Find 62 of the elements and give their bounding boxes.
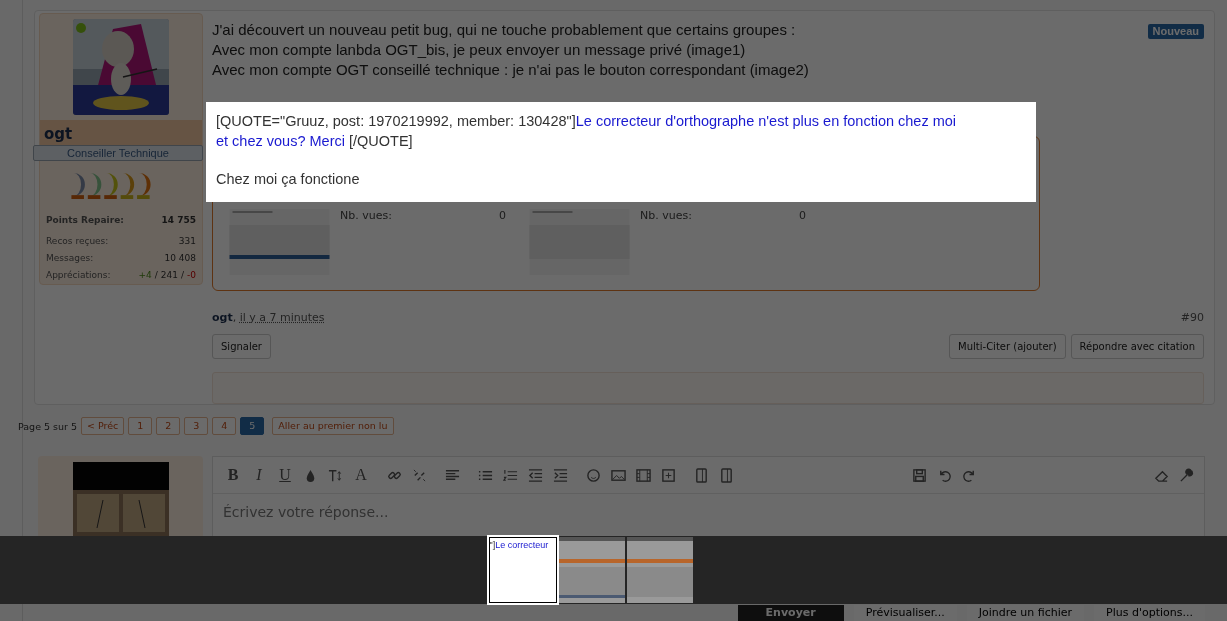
format-button[interactable]: B [225,466,241,484]
film-icon[interactable] [636,467,651,483]
message-line: J'ai découvert un nouveau petit bug, qui ne touche probablement que certains groupes : [212,20,797,40]
post-number[interactable]: #90 [1180,311,1204,325]
views-label: Nb. vues: [640,209,692,223]
format-button[interactable]: I [251,466,267,484]
page-link[interactable]: 1 [128,417,153,435]
page-count: Page 5 sur 5 [18,420,78,432]
views-count: 0 [499,209,506,223]
stat-value: / [154,269,158,282]
align-icon[interactable] [445,467,460,483]
outdent-icon[interactable] [528,467,543,483]
quote-button[interactable]: Multi-Citer (ajouter) [949,334,1066,360]
page-link[interactable]: 5 [240,417,265,435]
submit-button[interactable]: Envoyer [737,605,844,621]
quote-button[interactable]: Répondre avec citation [1070,334,1204,360]
stat-value: 14 755 [161,214,196,227]
reply-text: Chez moi ça fonctione [216,171,361,187]
views-label: Nb. vues: [340,209,392,223]
plus-icon[interactable] [661,467,676,483]
format-button[interactable]: A [353,466,369,484]
stat-value: +4 [138,269,152,282]
reply-field[interactable]: Écrivez votre réponse... [213,494,1204,520]
stat-value: / [180,269,184,282]
stat-label: Points Repaire: [46,214,124,227]
message-line: Avec mon compte OGT conseillé technique : je n'ai pas le bouton correspondant (image2) [212,60,809,80]
image-icon[interactable] [611,467,626,483]
stat-value: 10 408 [164,252,196,265]
image-thumbnail[interactable]: "]Le correcteur [488,537,557,603]
username[interactable]: ogt [44,124,73,143]
page-icon[interactable] [719,467,734,483]
stat-label: Recos reçues: [46,235,109,248]
stat-value: 241 [160,269,178,282]
first-unread-link[interactable]: Aller au premier non lu [272,417,394,435]
page-link[interactable]: 4 [212,417,237,435]
separator: , [232,311,237,325]
user-title-ribbon: Conseiller Technique [33,145,203,162]
font-size-icon[interactable] [328,467,343,483]
image-thumbnail[interactable] [626,537,693,603]
page-link[interactable]: 3 [184,417,209,435]
stat-value: 331 [178,235,196,248]
page-link[interactable]: 2 [156,417,181,435]
format-button[interactable]: U [277,466,293,484]
previous-page-link[interactable]: < Préc [81,417,125,435]
image-thumbnail[interactable] [558,537,625,603]
unlink-icon[interactable] [412,467,427,483]
wrench-icon[interactable] [1179,467,1194,483]
stat-label: Messages: [46,252,94,265]
save-icon[interactable] [911,467,927,483]
numbers-icon[interactable] [503,467,518,483]
report-button[interactable]: Signaler [212,334,271,360]
views-count: 0 [799,209,806,223]
stat-label: Appréciations: [46,269,111,282]
indent-icon[interactable] [553,467,568,483]
author-link[interactable]: ogt [212,311,233,325]
post-time[interactable]: il y a 7 minutes [239,311,325,325]
stat-value: -0 [187,269,196,282]
smiley-icon[interactable] [586,467,601,483]
page-icon[interactable] [694,467,709,483]
message-line: Avec mon compte lanbda OGT_bis, je peux envoyer un message privé (image1) [212,40,747,60]
new-badge: Nouveau [1147,24,1204,39]
quote-text: [QUOTE="Gruuz, post: 1970219992, member: 130428"]Le correcteur d'orthographe n'est plus en fonction chez moi et chez vous? Merci [/QUOTE] [216,112,958,151]
